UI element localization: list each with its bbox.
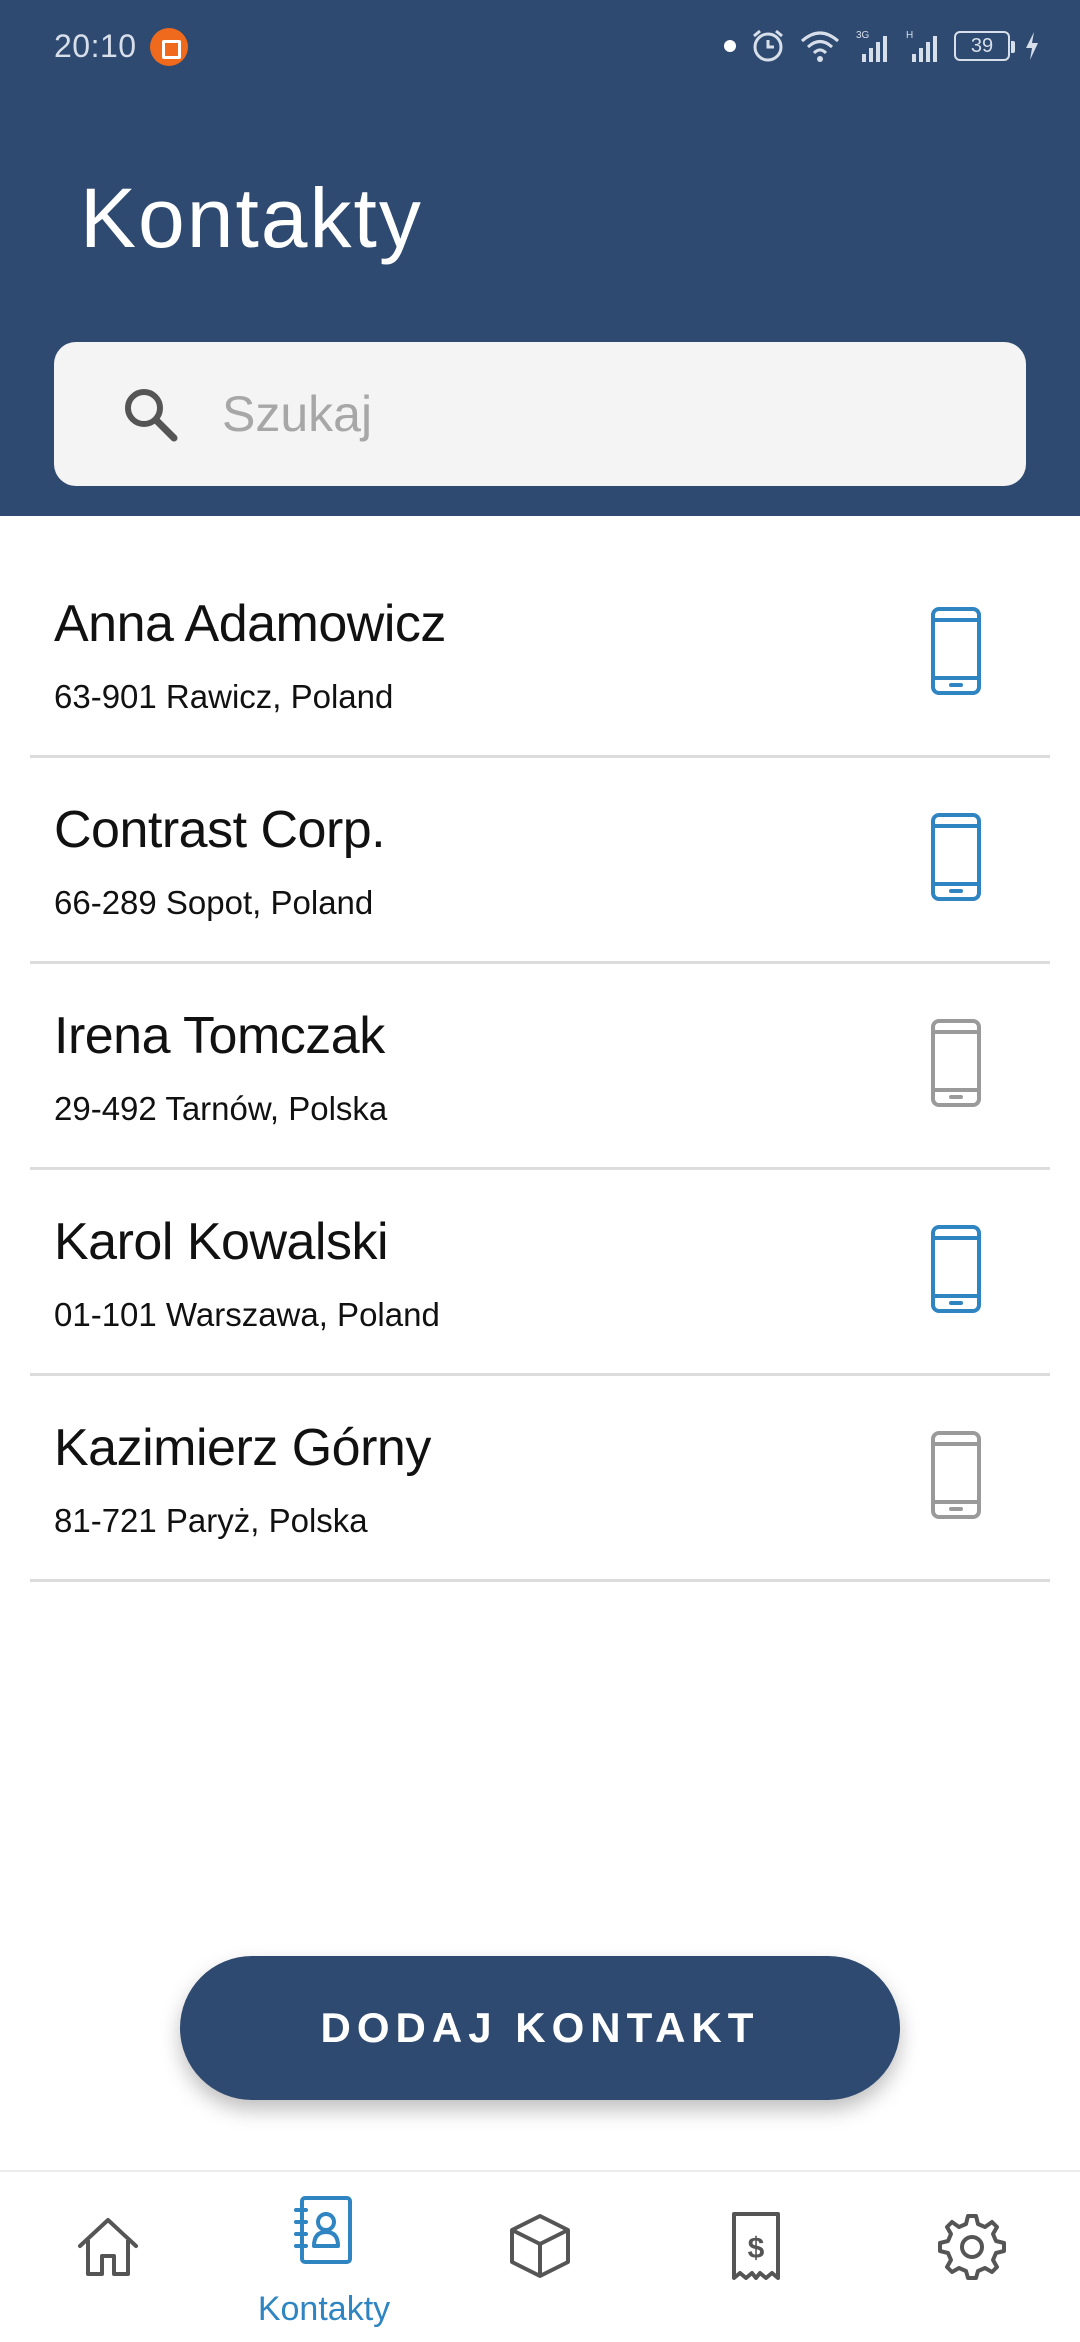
- bottom-nav: Kontakty $: [0, 2170, 1080, 2340]
- contact-row[interactable]: Karol Kowalski 01-101 Warszawa, Poland: [30, 1170, 1050, 1376]
- contact-address: 81-721 Paryż, Polska: [54, 1502, 368, 1539]
- gear-icon: [938, 2214, 1006, 2280]
- nav-item-contacts[interactable]: Kontakty: [216, 2172, 432, 2342]
- nav-item-settings[interactable]: [864, 2172, 1080, 2342]
- contact-name: Kazimierz Górny: [54, 1419, 431, 1477]
- screen-record-notification-icon: [150, 28, 188, 66]
- contact-row[interactable]: Irena Tomczak 29-492 Tarnów, Polska: [30, 964, 1050, 1170]
- nav-item-home[interactable]: [0, 2172, 216, 2342]
- contact-address: 63-901 Rawicz, Poland: [54, 678, 394, 715]
- charging-icon: [1026, 32, 1038, 60]
- contact-address: 29-492 Tarnów, Polska: [54, 1090, 388, 1127]
- mobile-phone-icon[interactable]: [930, 1430, 982, 1520]
- search-input[interactable]: [222, 372, 982, 456]
- contact-list: Anna Adamowicz 63-901 Rawicz, Poland Con…: [30, 552, 1050, 1582]
- header: 20:10 3G H 39 Kontakty Szukaj: [0, 0, 1080, 516]
- home-icon: [78, 2218, 138, 2276]
- search-bar[interactable]: [54, 342, 1026, 486]
- contact-name: Karol Kowalski: [54, 1213, 389, 1271]
- contact-name: Anna Adamowicz: [54, 595, 446, 653]
- contacts-book-icon: [294, 2196, 352, 2264]
- contact-row[interactable]: Contrast Corp. 66-289 Sopot, Poland: [30, 758, 1050, 964]
- mobile-phone-icon[interactable]: [930, 1224, 982, 1314]
- status-bar: 20:10 3G H 39: [0, 0, 1080, 92]
- battery-icon: 39: [954, 31, 1015, 61]
- contact-row[interactable]: Kazimierz Górny 81-721 Paryż, Polska: [30, 1376, 1050, 1582]
- svg-text:3G: 3G: [856, 30, 870, 41]
- notification-dot-icon: [724, 40, 736, 52]
- nav-item-products[interactable]: [432, 2172, 648, 2342]
- mobile-phone-icon[interactable]: [930, 606, 982, 696]
- mobile-phone-icon[interactable]: [930, 812, 982, 902]
- signal-h-icon: H: [906, 30, 937, 62]
- page-title: Kontakty: [80, 171, 423, 265]
- status-icons: 3G H 39: [724, 24, 1040, 68]
- status-time: 20:10: [54, 28, 137, 64]
- contact-address: 66-289 Sopot, Poland: [54, 884, 374, 921]
- svg-text:H: H: [906, 30, 913, 41]
- contact-name: Irena Tomczak: [54, 1007, 385, 1065]
- mobile-phone-icon[interactable]: [930, 1018, 982, 1108]
- add-contact-button[interactable]: DODAJ KONTAKT: [180, 1956, 900, 2100]
- contact-name: Contrast Corp.: [54, 801, 386, 859]
- alarm-icon: [753, 29, 783, 62]
- receipt-dollar-icon: $: [732, 2212, 780, 2280]
- signal-3g-icon: 3G: [856, 30, 887, 62]
- search-icon: [125, 389, 178, 442]
- contact-row[interactable]: Anna Adamowicz 63-901 Rawicz, Poland: [30, 552, 1050, 758]
- nav-label-contacts: Kontakty: [257, 2290, 391, 2328]
- wifi-icon: [801, 31, 839, 62]
- box-icon: [510, 2214, 570, 2278]
- nav-item-invoices[interactable]: $: [648, 2172, 864, 2342]
- contact-address: 01-101 Warszawa, Poland: [54, 1296, 440, 1333]
- svg-text:$: $: [748, 2232, 765, 2265]
